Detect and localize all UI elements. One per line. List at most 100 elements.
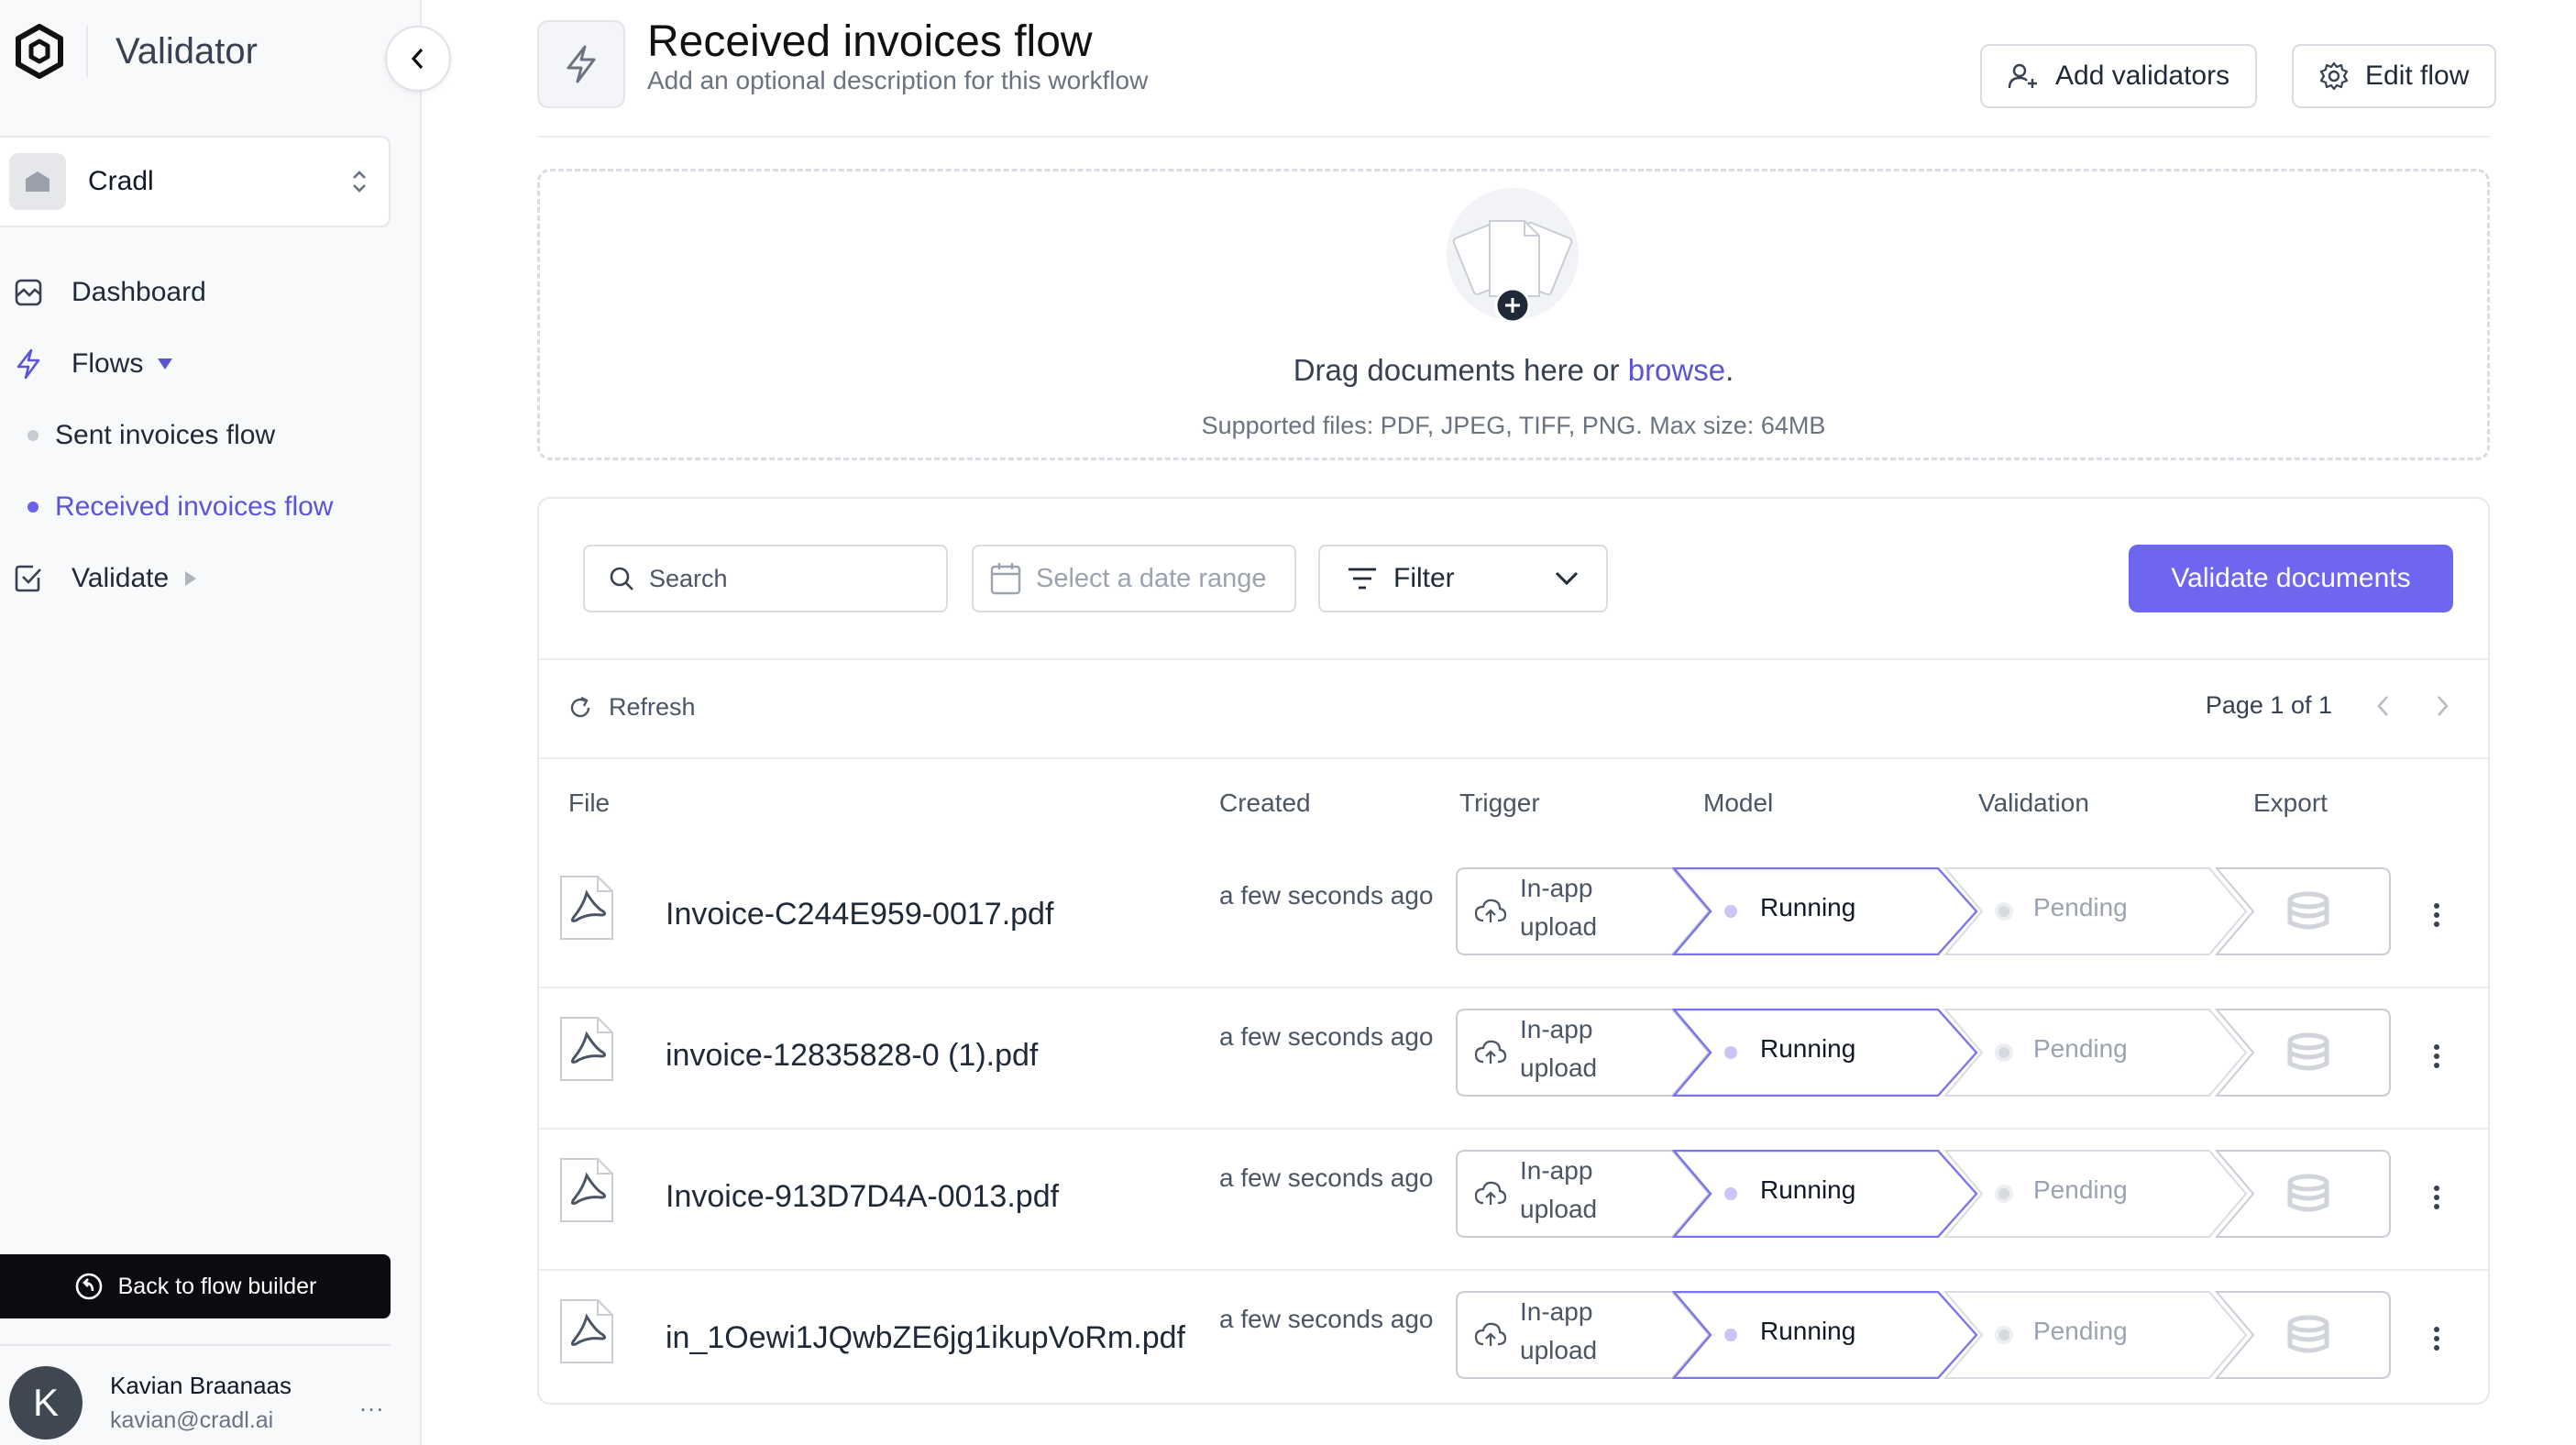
file-name[interactable]: in_1Oewi1JQwbZE6jg1ikupVoRm.pdf <box>666 1320 1185 1356</box>
brand: Validator <box>15 22 258 81</box>
created-time: a few seconds ago <box>1219 881 1434 910</box>
supported-files-text: Supported files: PDF, JPEG, TIFF, PNG. M… <box>1201 412 1826 439</box>
back-button-label: Back to flow builder <box>117 1273 317 1299</box>
refresh-label: Refresh <box>609 693 696 721</box>
trigger-status: In-app upload <box>1520 1297 1598 1364</box>
chevron-left-icon <box>408 46 428 72</box>
dropzone-text-prefix: Drag documents here or <box>1293 353 1628 387</box>
workspace-icon <box>9 153 66 210</box>
column-header-file: File <box>568 789 611 817</box>
page-indicator: Page 1 of 1 <box>2205 691 2332 719</box>
trigger-status: In-app upload <box>1520 1156 1598 1223</box>
bullet-icon <box>28 430 39 441</box>
add-validators-label: Add validators <box>2055 61 2230 91</box>
processing-pipeline: In-app upload Running Pending <box>1456 867 2391 955</box>
edit-flow-label: Edit flow <box>2365 61 2470 91</box>
created-time: a few seconds ago <box>1219 1022 1434 1051</box>
date-range-picker[interactable] <box>972 545 1302 612</box>
sidebar-item-flows[interactable]: Flows <box>0 328 403 400</box>
table-subbar: Refresh Page 1 of 1 <box>539 660 2488 759</box>
row-more-options-icon[interactable] <box>2427 1179 2446 1216</box>
pdf-file-icon <box>559 1157 614 1223</box>
document-dropzone[interactable]: Drag documents here or browse. Supported… <box>537 169 2490 460</box>
previous-page-button[interactable] <box>2376 694 2391 718</box>
page-title[interactable]: Received invoices flow <box>647 17 1093 67</box>
trigger-status: In-app upload <box>1520 874 1598 941</box>
table-row[interactable]: Invoice-C244E959-0017.pdf a few seconds … <box>539 847 2488 988</box>
filter-dropdown[interactable]: Filter <box>1318 545 1608 612</box>
row-more-options-icon[interactable] <box>2427 1038 2446 1075</box>
sidebar-item-label: Received invoices flow <box>55 491 334 522</box>
date-range-input[interactable] <box>1036 563 1302 594</box>
pagination: Page 1 of 1 <box>2206 691 2449 720</box>
add-validators-button[interactable]: Add validators <box>1980 44 2258 108</box>
workspace-selector[interactable]: Cradl <box>0 136 391 227</box>
back-arrow-circle-icon <box>74 1272 118 1301</box>
row-more-options-icon[interactable] <box>2427 1320 2446 1357</box>
lightning-icon <box>564 44 599 84</box>
search-icon <box>609 566 634 591</box>
logo-icon <box>15 24 64 79</box>
table-row[interactable]: in_1Oewi1JQwbZE6jg1ikupVoRm.pdf a few se… <box>539 1271 2488 1412</box>
column-header-export: Export <box>2253 789 2328 817</box>
search-box[interactable] <box>583 545 948 612</box>
processing-pipeline: In-app upload Running Pending <box>1456 1009 2391 1097</box>
processing-pipeline: In-app upload Running Pending <box>1456 1291 2391 1379</box>
sidebar-item-validate[interactable]: Validate <box>0 543 403 614</box>
row-more-options-icon[interactable] <box>2427 897 2446 933</box>
caret-down-icon <box>158 358 173 370</box>
sidebar-item-dashboard[interactable]: Dashboard <box>0 257 403 328</box>
browse-link[interactable]: browse <box>1628 353 1725 387</box>
next-page-button[interactable] <box>2435 694 2449 718</box>
flow-icon <box>537 20 625 108</box>
file-name[interactable]: Invoice-913D7D4A-0013.pdf <box>666 1179 1059 1215</box>
edit-flow-button[interactable]: Edit flow <box>2292 44 2497 108</box>
back-to-flow-builder-button[interactable]: Back to flow builder <box>0 1254 391 1318</box>
validation-status: Pending <box>2033 1175 2128 1204</box>
filter-label: Filter <box>1393 563 1455 593</box>
processing-pipeline: In-app upload Running Pending <box>1456 1150 2391 1238</box>
chevron-up-down-icon <box>350 168 369 195</box>
sidebar: Validator Cradl Dashboard Flows Sent inv… <box>0 0 422 1445</box>
collapse-sidebar-button[interactable] <box>385 26 451 92</box>
page-description[interactable]: Add an optional description for this wor… <box>647 66 1148 95</box>
created-time: a few seconds ago <box>1219 1305 1434 1333</box>
sidebar-item-label: Validate <box>72 563 170 593</box>
table-row[interactable]: invoice-12835828-0 (1).pdf a few seconds… <box>539 988 2488 1130</box>
model-status: Running <box>1760 1317 1856 1345</box>
pdf-file-icon <box>559 1298 614 1364</box>
pdf-file-icon <box>559 875 614 941</box>
user-email: kavian@cradl.ai <box>110 1407 274 1433</box>
calendar-icon <box>990 562 1021 595</box>
file-name[interactable]: Invoice-C244E959-0017.pdf <box>666 897 1053 932</box>
bullet-icon <box>28 502 39 513</box>
gear-icon <box>2319 61 2365 91</box>
more-options-icon[interactable]: ... <box>359 1389 385 1417</box>
checkbox-icon <box>15 565 44 592</box>
sidebar-item-label: Flows <box>72 348 144 379</box>
table-row[interactable]: Invoice-913D7D4A-0013.pdf a few seconds … <box>539 1130 2488 1271</box>
user-menu[interactable]: K Kavian Braanaas kavian@cradl.ai ... <box>9 1366 385 1439</box>
sidebar-item-label: Dashboard <box>72 277 206 307</box>
created-time: a few seconds ago <box>1219 1164 1434 1192</box>
validate-documents-button[interactable]: Validate documents <box>2129 545 2453 612</box>
filter-lines-icon <box>1348 567 1377 590</box>
column-header-trigger: Trigger <box>1459 789 1540 817</box>
caret-right-icon <box>185 571 197 586</box>
refresh-button[interactable]: Refresh <box>568 693 696 722</box>
file-name[interactable]: invoice-12835828-0 (1).pdf <box>666 1038 1038 1074</box>
user-name: Kavian Braanaas <box>110 1372 292 1399</box>
sidebar-item-received-invoices-flow[interactable]: Received invoices flow <box>0 471 403 543</box>
upload-documents-icon <box>1444 188 1581 325</box>
model-status: Running <box>1760 1175 1856 1204</box>
header-divider <box>537 136 2490 138</box>
model-status: Running <box>1760 1034 1856 1063</box>
brand-divider <box>86 26 88 77</box>
validation-status: Pending <box>2033 1034 2128 1063</box>
sidebar-item-sent-invoices-flow[interactable]: Sent invoices flow <box>0 400 403 471</box>
column-header-model: Model <box>1703 789 1774 817</box>
pdf-file-icon <box>559 1016 614 1082</box>
search-input[interactable] <box>649 564 924 593</box>
documents-card: Filter Validate documents Refresh Page 1… <box>537 497 2490 1405</box>
column-header-created: Created <box>1219 789 1311 817</box>
